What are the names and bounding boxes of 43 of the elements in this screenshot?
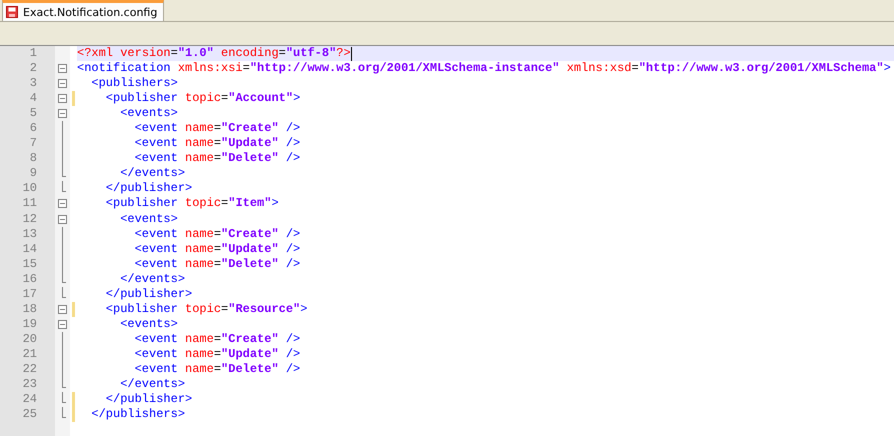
fold-toggle-icon[interactable] — [58, 94, 67, 104]
save-icon — [6, 6, 18, 18]
text-caret — [350, 46, 352, 61]
code-line: </publishers> — [90, 407, 186, 422]
fold-toggle-icon[interactable] — [58, 109, 67, 118]
code-line: <publisher topic="Item"> — [104, 196, 280, 212]
code-line: <event name="Create" /> — [134, 332, 302, 347]
code-line: <notification xmlns:xsi="http://www.w3.org/2001/XMLSchema-instance" xmlns:xsd="http://www.w3.org/2001/XMLSchema"> — [77, 61, 892, 76]
code-line: <event name="Update" /> — [134, 242, 302, 257]
fold-end-icon — [62, 392, 66, 404]
fold-end-icon — [62, 286, 66, 298]
code-line: <event name="Delete" /> — [134, 256, 302, 272]
code-line: </events> — [119, 166, 186, 182]
fold-toggle-icon[interactable] — [58, 304, 67, 314]
code-line: <event name="Create" /> — [134, 121, 302, 136]
file-tab[interactable]: Exact.Notification.config — [2, 0, 164, 21]
code-line: <publisher topic="Account"> — [104, 91, 302, 106]
code-line: </publisher> — [104, 392, 194, 408]
code-line: </events> — [119, 377, 186, 392]
code-line: <publishers> — [90, 76, 179, 92]
fold-end-icon — [62, 166, 66, 178]
code-line: </events> — [119, 272, 186, 287]
code-line: <event name="Delete" /> — [134, 362, 302, 378]
code-line: </publisher> — [104, 181, 194, 196]
fold-end-icon — [62, 407, 66, 419]
fold-toggle-icon[interactable] — [58, 79, 67, 88]
code-line: <event name="Create" /> — [134, 226, 302, 242]
code-line: <event name="Update" /> — [134, 136, 302, 152]
code-line: <events> — [119, 212, 179, 227]
fold-toggle-icon[interactable] — [58, 64, 67, 74]
fold-end-icon — [62, 377, 66, 389]
code-line: <event name="Delete" /> — [134, 151, 302, 166]
code-line: <event name="Update" /> — [134, 346, 302, 362]
fold-end-icon — [62, 272, 66, 284]
fold-end-icon — [62, 181, 66, 193]
fold-toggle-icon[interactable] — [58, 320, 67, 329]
code-line: <publisher topic="Resource"> — [104, 302, 308, 317]
code-line: <events> — [119, 316, 179, 332]
code-line: <events> — [119, 106, 179, 122]
code-editor[interactable] — [0, 45, 894, 436]
fold-toggle-icon[interactable] — [58, 214, 67, 224]
fold-toggle-icon[interactable] — [58, 199, 67, 208]
code-line: </publisher> — [104, 286, 194, 302]
